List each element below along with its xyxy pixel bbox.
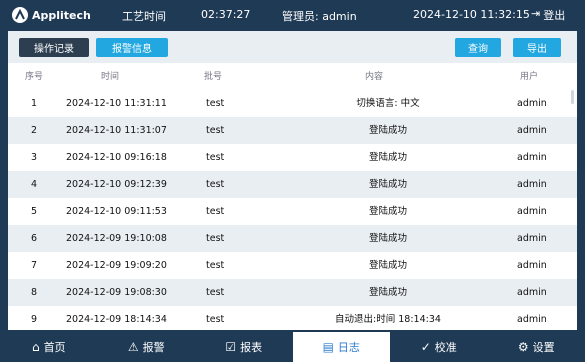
table-header: 序号 时间 批号 内容 用户	[8, 69, 577, 89]
cell-no: 1	[31, 98, 38, 109]
table-row[interactable]: 4 2024-12-10 09:12:39 test 登陆成功 admin	[8, 171, 577, 198]
log-icon: ▤	[322, 340, 334, 354]
cell-no: 6	[31, 233, 38, 244]
cell-user: admin	[517, 125, 547, 136]
logout-button[interactable]: ⇥ 登出	[531, 7, 565, 23]
cell-time: 2024-12-09 19:09:20	[66, 260, 167, 271]
cell-content: 登陆成功	[368, 233, 407, 244]
cell-batch: test	[206, 152, 225, 163]
cell-time: 2024-12-09 18:14:34	[66, 314, 167, 325]
export-button[interactable]: 导出	[513, 38, 561, 57]
cell-batch: test	[206, 98, 225, 109]
cell-batch: test	[206, 314, 225, 325]
brand-logo: Applitech	[12, 6, 91, 24]
report-icon: ☑	[225, 340, 237, 354]
column-header-batch: 批号	[204, 72, 223, 82]
logout-label: 登出	[543, 9, 566, 22]
cell-time: 2024-12-10 11:31:07	[66, 125, 167, 136]
cell-time: 2024-12-10 09:11:53	[66, 206, 167, 217]
table-row[interactable]: 5 2024-12-10 09:11:53 test 登陆成功 admin	[8, 198, 577, 225]
nav-item-home[interactable]: ⌂ 首页	[0, 332, 98, 362]
nav-item-label: 首页	[43, 341, 66, 354]
cell-user: admin	[517, 98, 547, 109]
cell-content: 登陆成功	[368, 179, 407, 190]
cell-time: 2024-12-10 11:31:11	[66, 98, 167, 109]
nav-item-label: 报警	[142, 341, 165, 354]
logout-icon: ⇥	[531, 7, 541, 20]
cell-no: 8	[31, 287, 38, 298]
nav-item-label: 日志	[337, 341, 360, 354]
cell-batch: test	[206, 125, 225, 136]
nav-item-report[interactable]: ☑ 报表	[195, 332, 293, 362]
table-row[interactable]: 6 2024-12-09 19:10:08 test 登陆成功 admin	[8, 225, 577, 252]
cell-batch: test	[206, 179, 225, 190]
cell-user: admin	[517, 287, 547, 298]
cell-content: 自动退出:时间 18:14:34	[335, 314, 441, 325]
brand-name: Applitech	[32, 8, 91, 22]
cell-content: 切换语言: 中文	[356, 98, 420, 109]
cell-time: 2024-12-09 19:10:08	[66, 233, 167, 244]
cell-user: admin	[517, 152, 547, 163]
cell-no: 5	[31, 206, 38, 217]
applitech-logo-icon	[12, 7, 28, 23]
cell-no: 3	[31, 152, 38, 163]
cell-content: 登陆成功	[368, 125, 407, 136]
nav-item-alarm[interactable]: ⚠ 报警	[98, 332, 196, 362]
cell-no: 9	[31, 314, 38, 325]
cell-batch: test	[206, 206, 225, 217]
table-row[interactable]: 2 2024-12-10 11:31:07 test 登陆成功 admin	[8, 117, 577, 144]
log-table-body[interactable]: 1 2024-12-10 11:31:11 test 切换语言: 中文 admin 2 20…	[8, 90, 577, 330]
admin-label: 管理员: admin	[282, 10, 357, 23]
cell-content: 登陆成功	[368, 260, 407, 271]
table-row[interactable]: 9 2024-12-09 18:14:34 test 自动退出:时间 18:14:34…	[8, 306, 577, 330]
cell-content: 登陆成功	[368, 152, 407, 163]
cell-user: admin	[517, 314, 547, 325]
column-header-time: 时间	[101, 72, 120, 82]
cell-batch: test	[206, 260, 225, 271]
table-row[interactable]: 8 2024-12-09 19:08:30 test 登陆成功 admin	[8, 279, 577, 306]
cell-user: admin	[517, 206, 547, 217]
tab-alarm-info[interactable]: 报警信息	[96, 38, 168, 57]
cell-user: admin	[517, 260, 547, 271]
cell-no: 7	[31, 260, 38, 271]
calibrate-icon: ✓	[420, 340, 431, 354]
toolbar: 操作记录 报警信息 查询 导出	[8, 31, 577, 63]
alarm-icon: ⚠	[127, 340, 139, 354]
top-bar: Applitech 工艺时间 02:37:27 管理员: admin 2024-…	[0, 0, 585, 30]
nav-item-log[interactable]: ▤ 日志	[292, 332, 390, 362]
cell-user: admin	[517, 179, 547, 190]
cell-user: admin	[517, 233, 547, 244]
nav-item-label: 报表	[240, 341, 263, 354]
nav-item-label: 校准	[434, 341, 457, 354]
nav-item-settings[interactable]: ⚙ 设置	[488, 332, 585, 362]
nav-item-calibrate[interactable]: ✓ 校准	[390, 332, 488, 362]
cell-time: 2024-12-09 19:08:30	[66, 287, 167, 298]
column-header-content: 内容	[365, 72, 384, 82]
nav-item-label: 设置	[532, 341, 555, 354]
cell-content: 登陆成功	[368, 287, 407, 298]
table-row[interactable]: 1 2024-12-10 11:31:11 test 切换语言: 中文 admin	[8, 90, 577, 117]
cell-batch: test	[206, 233, 225, 244]
home-icon: ⌂	[31, 340, 40, 354]
column-header-user: 用户	[520, 72, 539, 82]
current-datetime: 2024-12-10 11:32:15	[413, 8, 530, 21]
tab-operation-records[interactable]: 操作记录	[19, 38, 89, 57]
cell-time: 2024-12-10 09:12:39	[66, 179, 167, 190]
column-header-no: 序号	[25, 72, 44, 82]
log-panel: 操作记录 报警信息 查询 导出 序号 时间 批号 内容 用户 1 2024-12-…	[8, 31, 577, 330]
query-button[interactable]: 查询	[455, 38, 501, 57]
table-row[interactable]: 3 2024-12-10 09:16:18 test 登陆成功 admin	[8, 144, 577, 171]
cell-content: 登陆成功	[368, 206, 407, 217]
cell-batch: test	[206, 287, 225, 298]
process-time-label: 工艺时间	[122, 10, 166, 23]
process-time-value: 02:37:27	[201, 8, 251, 21]
table-row[interactable]: 7 2024-12-09 19:09:20 test 登陆成功 admin	[8, 252, 577, 279]
table-scrollbar[interactable]	[571, 90, 574, 104]
settings-icon: ⚙	[517, 340, 529, 354]
bottom-navigation: ⌂ 首页 ⚠ 报警 ☑ 报表 ▤ 日志 ✓ 校准 ⚙ 设置	[0, 332, 585, 362]
cell-no: 2	[31, 125, 38, 136]
cell-time: 2024-12-10 09:16:18	[66, 152, 167, 163]
cell-no: 4	[31, 179, 38, 190]
